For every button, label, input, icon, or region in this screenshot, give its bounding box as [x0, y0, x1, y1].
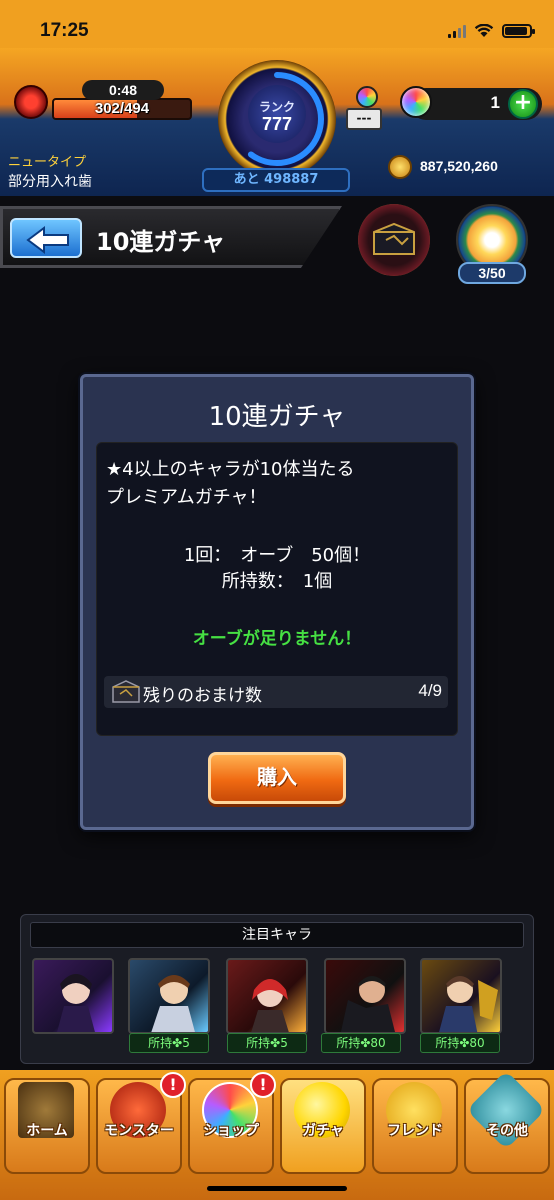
bonus-chest-small-icon — [112, 680, 140, 703]
char-4-owned: 所持✤80 — [321, 1033, 401, 1053]
char-5-owned: 所持✤80 — [420, 1033, 500, 1053]
buy-button[interactable]: 購入 — [208, 752, 346, 804]
stamina-icon — [14, 85, 48, 119]
bonus-value: 4/9 — [418, 681, 442, 700]
featured-char-3[interactable] — [226, 958, 308, 1034]
stamina-value: 302/494 — [94, 100, 150, 117]
rank-next-exp: あと 498887 — [202, 168, 350, 192]
orb-count: 1 — [490, 93, 500, 112]
home-indicator — [207, 1186, 347, 1191]
dialog-title: 10連ガチャ — [208, 402, 346, 432]
coin-value: 887,520,260 — [420, 158, 498, 174]
status-icons — [448, 24, 535, 38]
gacha-description: ★4以上のキャラが10体当たる プレミアムガチャ！ — [106, 456, 446, 512]
orb-owned: 所持数： 1個 — [221, 571, 333, 592]
signal-icon — [448, 24, 466, 38]
desc-line-1: ★4以上のキャラが10体当たる — [106, 459, 355, 480]
nav-monster-label: モンスター — [104, 1123, 174, 1139]
wifi-icon — [474, 24, 494, 37]
desc-line-2: プレミアムガチャ！ — [106, 487, 267, 508]
nav-friend-label: フレンド — [387, 1123, 443, 1139]
nav-shop-label: ショップ — [203, 1123, 259, 1139]
nav-other-label: その他 — [486, 1123, 528, 1139]
orb-icon — [400, 86, 432, 118]
shop-alert-badge: ! — [250, 1072, 276, 1098]
page-title: 10連ガチャ — [96, 228, 226, 256]
nav-home-label: ホーム — [26, 1123, 68, 1139]
rank-label: ランク — [258, 100, 295, 114]
char-3-owned: 所持✤5 — [227, 1033, 307, 1053]
treasure-value: --- — [346, 108, 382, 130]
treasure-orb-icon[interactable] — [356, 86, 378, 108]
coin-icon — [388, 155, 412, 179]
status-time: 17:25 — [40, 20, 89, 41]
rank-value: 777 — [261, 114, 293, 134]
bonus-chest-icon[interactable] — [358, 204, 430, 276]
featured-title: 注目キャラ — [30, 922, 524, 948]
battery-icon — [502, 24, 535, 38]
featured-char-4[interactable] — [324, 958, 406, 1034]
player-type: ニュータイプ — [8, 155, 87, 170]
gacha-cost: 1回： オーブ 50個！ — [183, 545, 371, 566]
bonus-label: 残りのおまけ数 — [143, 686, 262, 706]
stamina-timer: 0:48 — [82, 80, 164, 100]
featured-char-2[interactable] — [128, 958, 210, 1034]
back-button[interactable] — [10, 218, 82, 258]
featured-char-5[interactable] — [420, 958, 502, 1034]
medal-count: 3/50 — [458, 262, 526, 284]
back-arrow-icon — [26, 226, 69, 254]
insufficient-orb-warning: オーブが足りません！ — [192, 629, 362, 649]
featured-char-1[interactable] — [32, 958, 114, 1034]
nav-gacha-label: ガチャ — [302, 1123, 344, 1139]
char-2-owned: 所持✤5 — [129, 1033, 209, 1053]
monster-alert-badge: ! — [160, 1072, 186, 1098]
player-name: 部分用入れ歯 — [8, 174, 92, 190]
add-orb-button[interactable]: + — [508, 89, 538, 119]
